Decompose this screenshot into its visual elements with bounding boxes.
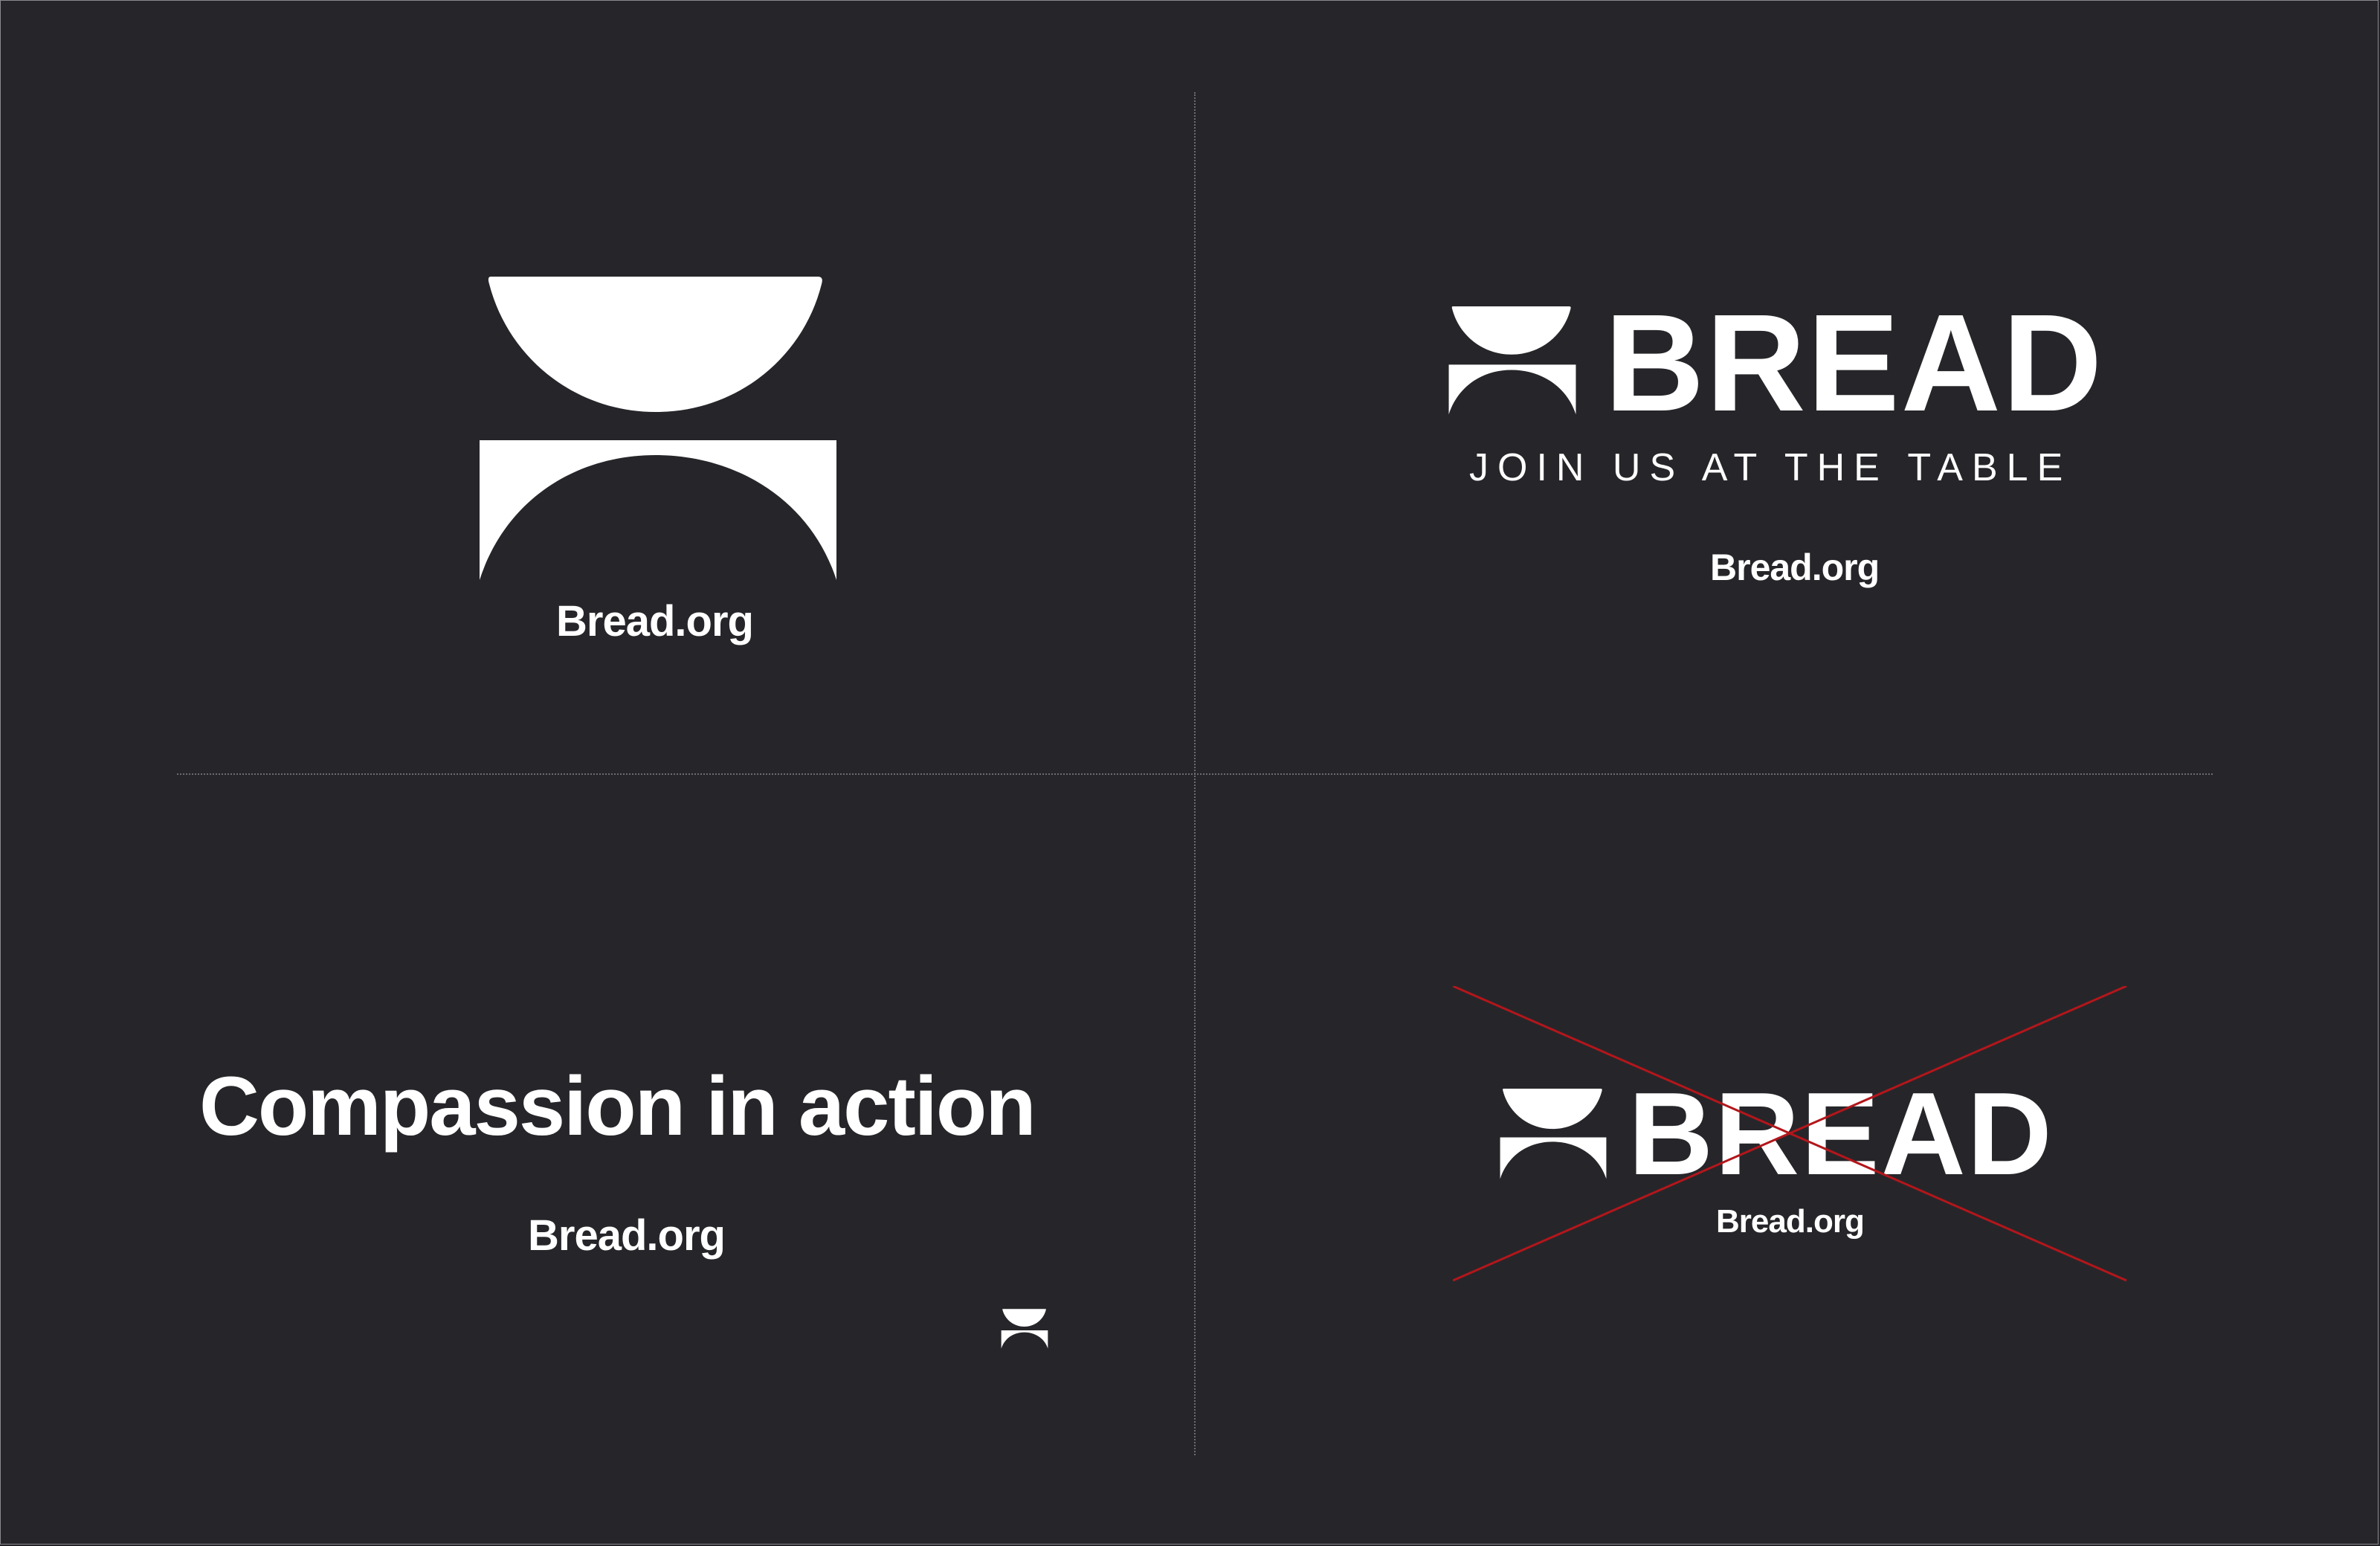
bread-logo-icon <box>1001 1309 1048 1349</box>
bread-wordmark: BREAD <box>1605 286 2104 440</box>
quadrant-logo-stacked: Bread.org <box>476 277 840 663</box>
cross-out-icon <box>1453 986 2127 1282</box>
tagline: JOIN US AT THE TABLE <box>1469 446 2072 489</box>
bread-url[interactable]: Bread.org <box>528 1211 726 1260</box>
quadrant-logo-horizontal: BREAD JOIN US AT THE TABLE Bread.org <box>1447 286 2116 610</box>
headline: Compassion in action <box>199 1060 1036 1153</box>
bread-logo-icon <box>1448 306 1576 415</box>
bread-url[interactable]: Bread.org <box>556 596 754 646</box>
page-frame <box>0 0 2379 1545</box>
quadrant-incorrect-usage: BREAD Bread.org <box>1453 986 2131 1283</box>
horizontal-divider <box>177 773 2213 775</box>
bread-url[interactable]: Bread.org <box>1710 546 1880 589</box>
bread-logo-icon <box>480 277 836 580</box>
